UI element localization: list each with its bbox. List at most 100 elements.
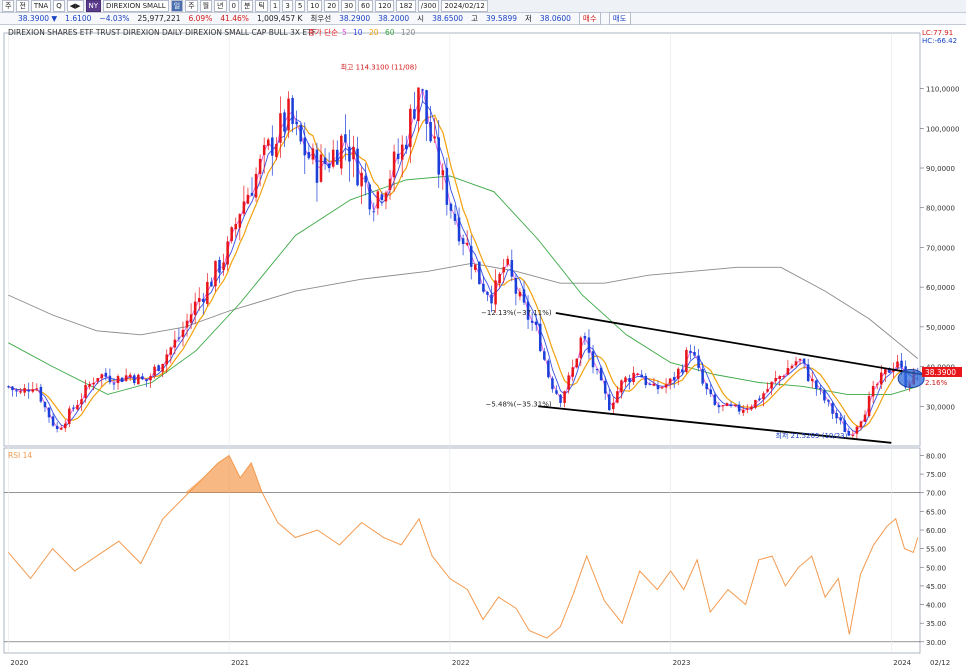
candle-body <box>388 178 392 190</box>
toolbar-item-20[interactable]: 60 <box>358 0 373 12</box>
candle-body <box>567 375 570 390</box>
candle-body <box>534 321 538 326</box>
candle-body <box>63 423 67 429</box>
toolbar-item-18[interactable]: 20 <box>324 0 340 12</box>
candle-body <box>275 143 278 158</box>
candle-body <box>59 427 63 430</box>
toolbar-item-4[interactable]: ◀▶ <box>66 0 84 12</box>
candle-body <box>234 224 238 230</box>
candle-body <box>364 175 367 183</box>
quote-change: 1.6100 <box>65 14 92 23</box>
trendline-0 <box>555 312 923 376</box>
candle-body <box>705 383 708 390</box>
candle-body <box>530 320 534 323</box>
ma5-line <box>8 88 919 436</box>
candle-body <box>238 214 242 228</box>
candle-body <box>806 364 810 382</box>
candle-body <box>376 191 380 209</box>
candle-body <box>575 358 579 368</box>
candle-body <box>100 374 104 379</box>
toolbar-item-13[interactable]: 틱 <box>255 0 268 12</box>
rsi-title: RSI 14 <box>8 451 32 460</box>
candle-body <box>242 201 246 214</box>
toolbar-item-24[interactable]: 2024/02/12 <box>441 0 488 12</box>
sell-button[interactable]: 매도 <box>608 12 631 25</box>
rsi-line <box>8 454 919 639</box>
toolbar-item-22[interactable]: 182 <box>396 0 416 12</box>
candle-body <box>250 192 254 196</box>
toolbar-item-8[interactable]: 주 <box>185 0 198 12</box>
toolbar-item-5[interactable]: NY <box>85 0 102 12</box>
candle-body <box>587 337 591 353</box>
candle-body <box>733 404 737 406</box>
toolbar-item-14[interactable]: 1 <box>269 0 281 12</box>
candle-body <box>750 406 753 410</box>
toolbar-item-7[interactable]: 일 <box>170 0 184 12</box>
rsi-y-tick-label: 65.00 <box>926 508 946 516</box>
toolbar-item-17[interactable]: 10 <box>307 0 323 12</box>
candle-body <box>392 151 396 178</box>
candle-body <box>145 379 148 382</box>
candle-body <box>737 404 741 412</box>
toolbar-item-21[interactable]: 120 <box>374 0 395 12</box>
candle-body <box>262 145 266 155</box>
candle-body <box>348 146 351 162</box>
candle-body <box>27 389 30 392</box>
candle-body <box>746 408 749 410</box>
candle-body <box>482 283 485 292</box>
candle-body <box>835 412 838 419</box>
candle-body <box>258 158 262 174</box>
candle-body <box>218 259 221 273</box>
quote-amount: 1,009,457 K <box>256 14 303 23</box>
candle-body <box>620 380 623 393</box>
toolbar-item-6[interactable]: DIREXION SMALL <box>103 0 169 12</box>
toolbar-item-19[interactable]: 30 <box>341 0 357 12</box>
candle-body <box>449 203 453 211</box>
candle-body <box>636 373 639 375</box>
quote-low-label: 저 <box>525 14 532 23</box>
candle-body <box>656 385 660 390</box>
candle-body <box>405 144 408 150</box>
buy-button[interactable]: 매수 <box>578 12 601 25</box>
x-tick-label: 2023 <box>673 659 691 667</box>
candle-body <box>474 264 477 270</box>
toolbar-item-3[interactable]: Q <box>53 0 65 12</box>
rsi-y-tick-label: 80.00 <box>926 452 946 460</box>
candle-body <box>295 121 298 125</box>
candle-body <box>717 405 721 408</box>
candle-body <box>291 97 294 124</box>
candle-body <box>55 425 59 429</box>
toolbar-item-1[interactable]: 전 <box>16 0 29 12</box>
toolbar-item-10[interactable]: 년 <box>214 0 227 12</box>
candle-body <box>437 137 441 175</box>
candle-body <box>254 173 258 198</box>
candle-body <box>725 403 729 407</box>
candle-body <box>279 113 282 143</box>
rsi-y-tick-label: 30.00 <box>926 639 946 647</box>
current-pct-label: 2.16% <box>925 379 948 387</box>
candle-body <box>161 363 164 372</box>
candle-body <box>457 217 461 242</box>
toolbar-item-9[interactable]: 월 <box>199 0 213 12</box>
candle-body <box>583 335 587 339</box>
candle-body <box>51 416 55 426</box>
candle-body <box>547 360 550 378</box>
toolbar-item-2[interactable]: TNA <box>30 0 52 12</box>
toolbar-item-0[interactable]: 주 <box>2 0 15 12</box>
current-price-label: 38.3900 <box>925 368 956 377</box>
candle-body <box>709 389 713 394</box>
toolbar-item-15[interactable]: 3 <box>282 0 293 12</box>
candle-body <box>543 351 546 360</box>
candle-body <box>226 241 229 265</box>
toolbar-item-12[interactable]: 분 <box>240 0 254 12</box>
toolbar-item-23[interactable]: /300 <box>417 0 440 12</box>
quote-high-label: 고 <box>471 14 478 23</box>
candle-body <box>896 361 899 368</box>
candle-body <box>266 139 270 146</box>
rsi-y-tick-label: 35.00 <box>926 620 946 628</box>
candle-body <box>831 403 834 414</box>
toolbar-item-11[interactable]: 0 <box>228 0 239 12</box>
candle-body <box>839 417 842 421</box>
candle-body <box>559 394 562 403</box>
toolbar-item-16[interactable]: 5 <box>294 0 306 12</box>
